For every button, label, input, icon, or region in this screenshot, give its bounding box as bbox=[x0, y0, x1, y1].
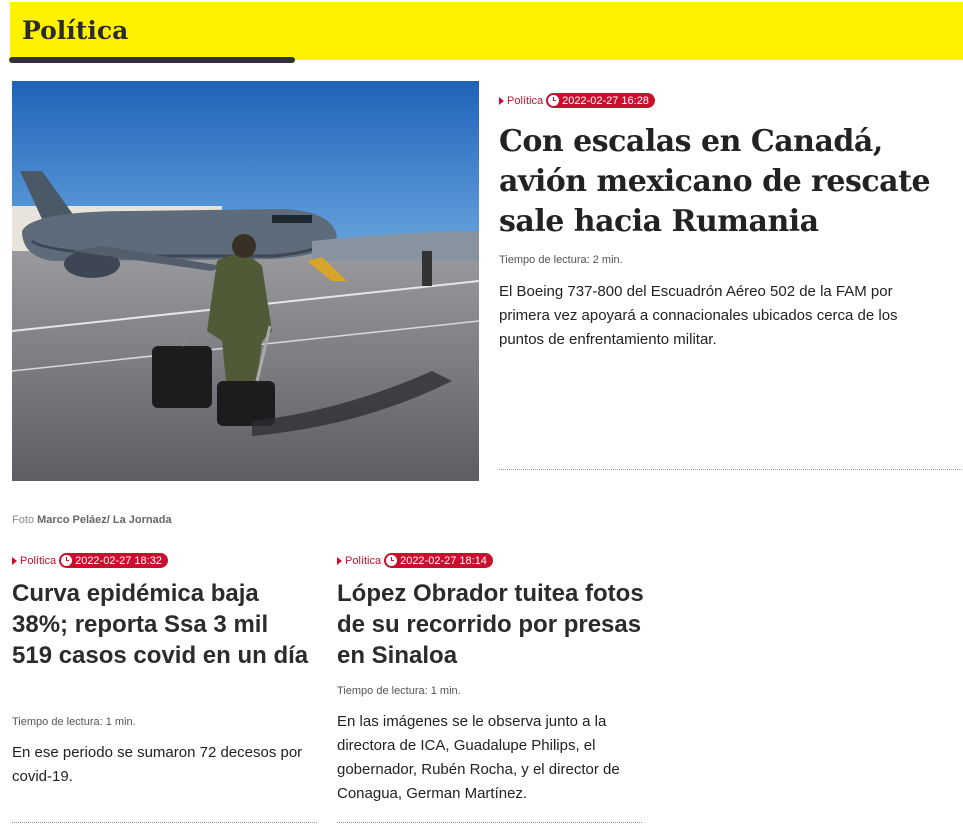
featured-date-badge: 2022-02-27 16:28 bbox=[546, 93, 655, 108]
photo-credit-prefix: Foto bbox=[12, 514, 35, 526]
article-2-divider bbox=[337, 822, 642, 823]
article-2-date-badge: 2022-02-27 18:14 bbox=[384, 553, 493, 568]
article-1-divider bbox=[12, 822, 317, 823]
featured-headline[interactable]: Con escalas en Canadá, avión mexicano de… bbox=[499, 122, 959, 242]
clock-icon bbox=[386, 555, 398, 566]
article-2-read-time: Tiempo de lectura: 1 min. bbox=[337, 685, 461, 697]
article-1-date-badge: 2022-02-27 18:32 bbox=[59, 553, 168, 568]
caret-right-icon bbox=[499, 96, 504, 105]
article-1-meta: Política 2022-02-27 18:32 bbox=[12, 553, 168, 568]
article-2-meta: Política 2022-02-27 18:14 bbox=[337, 553, 493, 568]
article-1-category[interactable]: Política bbox=[20, 555, 56, 567]
caret-right-icon bbox=[12, 556, 17, 565]
article-1-summary: En ese periodo se sumaron 72 decesos por… bbox=[12, 744, 303, 785]
article-1-datetime: 2022-02-27 18:32 bbox=[75, 554, 162, 567]
featured-divider bbox=[499, 469, 962, 470]
article-2-category[interactable]: Política bbox=[345, 555, 381, 567]
photo-credit: Foto Marco Peláez/ La Jornada bbox=[12, 514, 172, 526]
featured-summary: El Boeing 737-800 del Escuadrón Aéreo 50… bbox=[499, 283, 898, 348]
featured-image[interactable] bbox=[12, 81, 479, 481]
featured-datetime: 2022-02-27 16:28 bbox=[562, 94, 649, 107]
photo-credit-author: Marco Peláez/ La Jornada bbox=[37, 514, 172, 526]
section-title[interactable]: Política bbox=[22, 16, 128, 45]
clock-icon bbox=[61, 555, 73, 566]
article-2-datetime: 2022-02-27 18:14 bbox=[400, 554, 487, 567]
featured-meta: Política 2022-02-27 16:28 bbox=[499, 93, 655, 108]
section-underline bbox=[9, 57, 295, 63]
section-header: Política bbox=[10, 2, 963, 60]
clock-icon bbox=[548, 95, 560, 106]
featured-read-time: Tiempo de lectura: 2 min. bbox=[499, 254, 623, 266]
article-1-read-time: Tiempo de lectura: 1 min. bbox=[12, 716, 136, 728]
caret-right-icon bbox=[337, 556, 342, 565]
article-1-headline[interactable]: Curva epidémica baja 38%; reporta Ssa 3 … bbox=[12, 578, 312, 671]
article-2-headline[interactable]: López Obrador tuitea fotos de su recorri… bbox=[337, 578, 647, 671]
article-2-summary: En las imágenes se le observa junto a la… bbox=[337, 713, 620, 802]
featured-category[interactable]: Política bbox=[507, 95, 543, 107]
